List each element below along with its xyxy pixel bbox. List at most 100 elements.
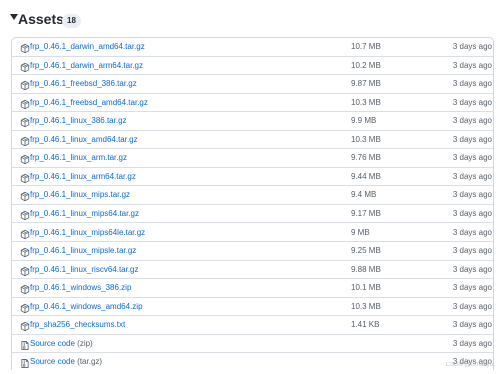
asset-date: 3 days ago	[453, 281, 492, 294]
asset-name: frp_0.46.1_linux_mips.tar.gz	[30, 190, 130, 199]
package-icon	[20, 282, 30, 293]
asset-link[interactable]: frp_0.46.1_linux_386.tar.gz	[30, 114, 127, 127]
asset-date: 3 days ago	[453, 263, 492, 276]
asset-size: 9.25 MB	[351, 244, 381, 257]
asset-name: frp_0.46.1_darwin_amd64.tar.gz	[30, 42, 145, 51]
file-zip-icon	[20, 356, 30, 367]
asset-size: 9.87 MB	[351, 77, 381, 90]
asset-date: 3 days ago	[453, 96, 492, 109]
asset-date: 3 days ago	[453, 226, 492, 239]
asset-size: 1.41 KB	[351, 318, 379, 331]
asset-size: 9.88 MB	[351, 263, 381, 276]
package-icon	[20, 152, 30, 163]
asset-name: frp_0.46.1_linux_arm64.tar.gz	[30, 172, 136, 181]
watermark: CSDN @Gmanyo	[446, 362, 493, 368]
asset-date: 3 days ago	[453, 151, 492, 164]
asset-name: frp_0.46.1_linux_386.tar.gz	[30, 116, 127, 125]
asset-link[interactable]: frp_0.46.1_linux_mips.tar.gz	[30, 188, 130, 201]
asset-row: frp_0.46.1_linux_mipsle.tar.gz 9.25 MB 3 d…	[12, 242, 493, 261]
asset-row: frp_0.46.1_linux_mips.tar.gz 9.4 MB 3 days…	[12, 186, 493, 205]
assets-list: frp_0.46.1_darwin_amd64.tar.gz 10.7 MB 3 d…	[11, 37, 494, 370]
package-icon	[20, 227, 30, 238]
package-icon	[20, 245, 30, 256]
asset-link[interactable]: frp_sha256_checksums.txt	[30, 318, 125, 331]
package-icon	[20, 115, 30, 126]
asset-link[interactable]: frp_0.46.1_windows_amd64.zip	[30, 300, 143, 313]
package-icon	[20, 208, 30, 219]
asset-row: frp_0.46.1_windows_amd64.zip 10.3 MB 3 day…	[12, 298, 493, 317]
asset-name: frp_0.46.1_linux_mipsle.tar.gz	[30, 246, 136, 255]
asset-link[interactable]: frp_0.46.1_linux_riscv64.tar.gz	[30, 263, 139, 276]
asset-link[interactable]: frp_0.46.1_linux_mips64le.tar.gz	[30, 226, 145, 239]
asset-row: frp_0.46.1_linux_amd64.tar.gz10.3 MB3 da…	[12, 131, 493, 150]
asset-date: 3 days ago	[453, 114, 492, 127]
asset-size: 10.1 MB	[351, 281, 381, 294]
asset-size: 10.3 MB	[351, 96, 381, 109]
asset-row: Source code (zip) 3 days ago	[12, 335, 493, 354]
asset-format: (tar.gz)	[77, 357, 102, 366]
asset-name: frp_0.46.1_freebsd_386.tar.gz	[30, 79, 137, 88]
asset-name: Source code	[30, 339, 75, 348]
asset-name: frp_0.46.1_linux_mips64.tar.gz	[30, 209, 139, 218]
package-icon	[20, 301, 30, 312]
asset-link[interactable]: frp_0.46.1_windows_386.zip	[30, 281, 131, 294]
asset-row: frp_0.46.1_darwin_amd64.tar.gz 10.7 MB 3 d…	[12, 38, 493, 57]
asset-link[interactable]: Source code (zip)	[30, 337, 93, 350]
asset-date: 3 days ago	[453, 337, 492, 350]
package-icon	[20, 41, 30, 52]
asset-date: 3 days ago	[453, 207, 492, 220]
asset-date: 3 days ago	[453, 300, 492, 313]
asset-size: 10.7 MB	[351, 40, 381, 53]
asset-date: 3 days ago	[453, 244, 492, 257]
asset-size: 9.76 MB	[351, 151, 381, 164]
asset-size: 10.2 MB	[351, 59, 381, 72]
asset-name: frp_0.46.1_linux_arm.tar.gz	[30, 153, 127, 162]
asset-link[interactable]: frp_0.46.1_linux_mipsle.tar.gz	[30, 244, 136, 257]
asset-row: frp_0.46.1_linux_arm.tar.gz 9.76 MB 3 days…	[12, 149, 493, 168]
asset-date: 3 days ago	[453, 188, 492, 201]
asset-name: frp_0.46.1_windows_386.zip	[30, 283, 131, 292]
asset-row: Source code (tar.gz)3 days ago	[12, 353, 493, 372]
package-icon	[20, 97, 30, 108]
asset-name: frp_0.46.1_linux_mips64le.tar.gz	[30, 228, 145, 237]
asset-row: frp_0.46.1_linux_386.tar.gz9.9 MB3 days …	[12, 112, 493, 131]
asset-row: frp_0.46.1_freebsd_386.tar.gz 9.87 MB 3 da…	[12, 75, 493, 94]
asset-link[interactable]: frp_0.46.1_darwin_amd64.tar.gz	[30, 40, 145, 53]
asset-name: frp_0.46.1_freebsd_amd64.tar.gz	[30, 98, 148, 107]
caret-down-icon[interactable]	[10, 14, 18, 20]
asset-row: frp_0.46.1_linux_mips64.tar.gz9.17 MB3 d…	[12, 205, 493, 224]
asset-size: 9.44 MB	[351, 170, 381, 183]
assets-count-badge: 18	[62, 14, 81, 28]
asset-link[interactable]: frp_0.46.1_linux_arm.tar.gz	[30, 151, 127, 164]
package-icon	[20, 78, 30, 89]
asset-link[interactable]: frp_0.46.1_linux_amd64.tar.gz	[30, 133, 138, 146]
asset-size: 10.3 MB	[351, 300, 381, 313]
asset-format: (zip)	[77, 339, 93, 348]
asset-name: frp_0.46.1_linux_amd64.tar.gz	[30, 135, 138, 144]
asset-size: 9.4 MB	[351, 188, 376, 201]
asset-row: frp_0.46.1_freebsd_amd64.tar.gz 10.3 MB 3 …	[12, 94, 493, 113]
asset-row: frp_0.46.1_windows_386.zip 10.1 MB 3 days …	[12, 279, 493, 298]
package-icon	[20, 319, 30, 330]
file-zip-icon	[20, 338, 30, 349]
asset-link[interactable]: frp_0.46.1_linux_arm64.tar.gz	[30, 170, 136, 183]
asset-date: 3 days ago	[453, 40, 492, 53]
asset-name: frp_0.46.1_linux_riscv64.tar.gz	[30, 265, 139, 274]
asset-size: 10.3 MB	[351, 133, 381, 146]
asset-name: frp_sha256_checksums.txt	[30, 320, 125, 329]
asset-name: Source code	[30, 357, 75, 366]
asset-date: 3 days ago	[453, 77, 492, 90]
asset-date: 3 days ago	[453, 59, 492, 72]
package-icon	[20, 264, 30, 275]
asset-link[interactable]: frp_0.46.1_linux_mips64.tar.gz	[30, 207, 139, 220]
asset-link[interactable]: Source code (tar.gz)	[30, 355, 102, 368]
asset-link[interactable]: frp_0.46.1_darwin_arm64.tar.gz	[30, 59, 143, 72]
asset-row: frp_0.46.1_linux_mips64le.tar.gz 9 MB 3 da…	[12, 224, 493, 243]
asset-size: 9 MB	[351, 226, 370, 239]
asset-name: frp_0.46.1_darwin_arm64.tar.gz	[30, 61, 143, 70]
asset-date: 3 days ago	[453, 170, 492, 183]
asset-link[interactable]: frp_0.46.1_freebsd_amd64.tar.gz	[30, 96, 148, 109]
asset-link[interactable]: frp_0.46.1_freebsd_386.tar.gz	[30, 77, 137, 90]
asset-name: frp_0.46.1_windows_amd64.zip	[30, 302, 143, 311]
assets-header[interactable]: Assets 18	[0, 0, 496, 36]
